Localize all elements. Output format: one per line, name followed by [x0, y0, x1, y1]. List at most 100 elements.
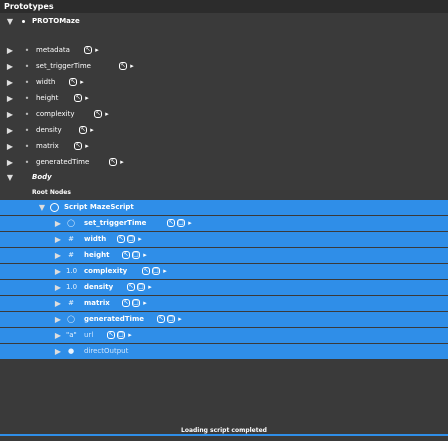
event-in-port-icon[interactable]: ↖ — [84, 46, 92, 54]
event-out-port-icon[interactable]: ▸ — [104, 110, 110, 118]
event-in-port-icon[interactable]: ↖ — [167, 219, 175, 227]
event-out-port-icon[interactable]: ▸ — [129, 62, 135, 70]
field-connect-port-icon[interactable]: □ — [132, 251, 140, 259]
event-in-port-icon[interactable]: ↖ — [74, 142, 82, 150]
event-out-port-icon[interactable]: ▸ — [137, 235, 143, 243]
expand-arrow-icon[interactable]: ▶ — [54, 296, 62, 311]
event-out-port-icon[interactable]: ▸ — [187, 219, 193, 227]
script-field-row[interactable]: ▶ # height ↖ □ ▸ — [0, 248, 448, 263]
field-type-icon: • — [24, 46, 30, 55]
proto-field-label: metadata — [36, 46, 70, 54]
expand-arrow-icon[interactable]: ▶ — [54, 216, 62, 231]
event-out-port-icon[interactable]: ▸ — [142, 251, 148, 259]
body-row[interactable]: ▼ Body — [0, 170, 448, 185]
event-out-port-icon[interactable]: ▸ — [79, 78, 85, 86]
proto-field-label: density — [36, 126, 62, 134]
proto-field-row[interactable]: ▶ • height ↖ ▸ — [0, 91, 448, 106]
expand-arrow-icon[interactable]: ▶ — [6, 59, 14, 74]
expand-arrow-icon[interactable]: ▶ — [6, 139, 14, 154]
script-field-label: height — [84, 251, 110, 259]
script-field-label: generatedTime — [84, 315, 144, 323]
event-in-port-icon[interactable]: ↖ — [122, 299, 130, 307]
field-connect-port-icon[interactable]: □ — [177, 219, 185, 227]
field-type-icon: 1.0 — [66, 267, 78, 275]
event-in-port-icon[interactable]: ↖ — [69, 78, 77, 86]
event-in-port-icon[interactable]: ↖ — [142, 267, 150, 275]
expand-arrow-icon[interactable]: ▶ — [54, 248, 62, 263]
proto-field-row[interactable]: ▶ • density ↖ ▸ — [0, 123, 448, 138]
script-field-row[interactable]: ▶ "a" url ↖ □ ▸ — [0, 328, 448, 343]
field-ports: ↖ ▸ — [84, 46, 100, 55]
field-ports: ↖ □ ▸ — [122, 299, 148, 308]
event-in-port-icon[interactable]: ↖ — [127, 283, 135, 291]
proto-field-row[interactable]: ▶ • metadata ↖ ▸ — [0, 43, 448, 58]
script-field-row[interactable]: ▶ 1.0 density ↖ □ ▸ — [0, 280, 448, 295]
event-out-port-icon[interactable]: ▸ — [127, 331, 133, 339]
script-row[interactable]: ▼ Script MazeScript — [0, 200, 448, 215]
event-out-port-icon[interactable]: ▸ — [147, 283, 153, 291]
script-field-row[interactable]: ▶ ◯ set_triggerTime ↖ □ ▸ — [0, 216, 448, 231]
event-out-port-icon[interactable]: ▸ — [142, 299, 148, 307]
event-in-port-icon[interactable]: ↖ — [107, 331, 115, 339]
field-connect-port-icon[interactable]: □ — [127, 235, 135, 243]
proto-field-row[interactable]: ▶ • width ↖ ▸ — [0, 75, 448, 90]
proto-field-row[interactable]: ▶ • set_triggerTime ↖ ▸ — [0, 59, 448, 74]
script-field-label: width — [84, 235, 107, 243]
expand-arrow-icon[interactable]: ▶ — [6, 91, 14, 106]
field-type-icon: • — [24, 110, 30, 119]
proto-field-label: generatedTime — [36, 158, 90, 166]
script-field-row[interactable]: ▶ # matrix ↖ □ ▸ — [0, 296, 448, 311]
expand-arrow-icon[interactable]: ▶ — [6, 123, 14, 138]
expand-arrow-icon[interactable]: ▶ — [6, 155, 14, 170]
proto-field-row[interactable]: ▶ • complexity ↖ ▸ — [0, 107, 448, 122]
event-in-port-icon[interactable]: ↖ — [117, 235, 125, 243]
script-field-row[interactable]: ▶ ● directOutput — [0, 344, 448, 359]
field-ports: ↖ ▸ — [94, 110, 110, 119]
event-in-port-icon[interactable]: ↖ — [157, 315, 165, 323]
event-out-port-icon[interactable]: ▸ — [119, 158, 125, 166]
field-connect-port-icon[interactable]: □ — [132, 299, 140, 307]
proto-field-row[interactable]: ▶ • matrix ↖ ▸ — [0, 139, 448, 154]
field-connect-port-icon[interactable]: □ — [117, 331, 125, 339]
expand-arrow-icon[interactable]: ▶ — [6, 43, 14, 58]
expand-arrow-icon[interactable]: ▶ — [54, 264, 62, 279]
script-field-row[interactable]: ▶ # width ↖ □ ▸ — [0, 232, 448, 247]
collapse-arrow-icon[interactable]: ▼ — [6, 170, 14, 185]
event-in-port-icon[interactable]: ↖ — [119, 62, 127, 70]
field-ports: ↖ □ ▸ — [142, 267, 168, 276]
event-out-port-icon[interactable]: ▸ — [94, 46, 100, 54]
field-connect-port-icon[interactable]: □ — [137, 283, 145, 291]
field-type-icon: • — [24, 62, 30, 71]
expand-arrow-icon[interactable]: ▶ — [6, 107, 14, 122]
event-out-port-icon[interactable]: ▸ — [84, 142, 90, 150]
field-connect-port-icon[interactable]: □ — [152, 267, 160, 275]
field-ports: ↖ □ ▸ — [107, 331, 133, 340]
collapse-arrow-icon[interactable]: ▼ — [38, 200, 46, 215]
field-connect-port-icon[interactable]: □ — [167, 315, 175, 323]
event-in-port-icon[interactable]: ↖ — [94, 110, 102, 118]
event-out-port-icon[interactable]: ▸ — [177, 315, 183, 323]
expand-arrow-icon[interactable]: ▶ — [54, 328, 62, 343]
field-ports: ↖ ▸ — [79, 126, 95, 135]
event-in-port-icon[interactable]: ↖ — [122, 251, 130, 259]
script-field-row[interactable]: ▶ ◯ generatedTime ↖ □ ▸ — [0, 312, 448, 327]
event-in-port-icon[interactable]: ↖ — [109, 158, 117, 166]
field-type-icon: # — [68, 299, 74, 307]
script-field-label: url — [84, 331, 94, 339]
field-ports: ↖ □ ▸ — [157, 315, 183, 324]
expand-arrow-icon[interactable]: ▶ — [54, 312, 62, 327]
proto-field-row[interactable]: ▶ • generatedTime ↖ ▸ — [0, 155, 448, 170]
collapse-arrow-icon[interactable]: ▼ — [6, 14, 14, 29]
event-in-port-icon[interactable]: ↖ — [74, 94, 82, 102]
expand-arrow-icon[interactable]: ▶ — [54, 344, 62, 359]
expand-arrow-icon[interactable]: ▶ — [6, 75, 14, 90]
proto-row[interactable]: ▼ PROTOMaze — [0, 14, 448, 29]
event-out-port-icon[interactable]: ▸ — [84, 94, 90, 102]
event-out-port-icon[interactable]: ▸ — [162, 267, 168, 275]
expand-arrow-icon[interactable]: ▶ — [54, 232, 62, 247]
event-out-port-icon[interactable]: ▸ — [89, 126, 95, 134]
event-in-port-icon[interactable]: ↖ — [79, 126, 87, 134]
script-field-row[interactable]: ▶ 1.0 complexity ↖ □ ▸ — [0, 264, 448, 279]
panel-title: Prototypes — [0, 0, 448, 13]
expand-arrow-icon[interactable]: ▶ — [54, 280, 62, 295]
